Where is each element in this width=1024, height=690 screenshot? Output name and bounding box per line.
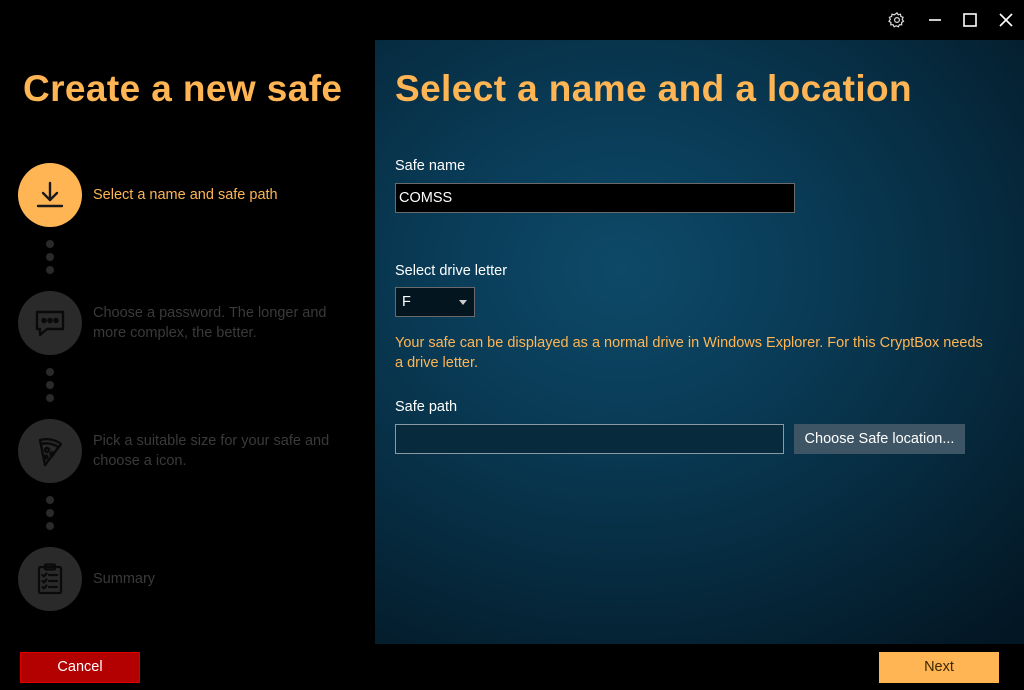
maximize-icon[interactable] xyxy=(955,6,985,34)
sidebar-title: Create a new safe xyxy=(23,68,343,109)
safe-path-label: Safe path xyxy=(395,399,458,415)
cancel-button[interactable]: Cancel xyxy=(20,652,140,683)
choose-safe-location-button[interactable]: Choose Safe location... xyxy=(794,424,965,454)
page-title: Select a name and a location xyxy=(395,68,913,109)
wizard-step-label: Pick a suitable size for your safe and c… xyxy=(93,433,330,469)
step-connector xyxy=(46,496,54,535)
gear-icon[interactable] xyxy=(882,6,912,34)
drive-letter-hint: Your safe can be displayed as a normal d… xyxy=(395,335,983,371)
chevron-down-icon xyxy=(459,300,467,305)
close-icon[interactable] xyxy=(991,6,1021,34)
wizard-sidebar: Create a new safe Select a name and safe… xyxy=(0,40,375,644)
footer-bar: Cancel Next xyxy=(0,644,1024,690)
pizza-icon xyxy=(18,419,82,483)
title-bar xyxy=(0,0,1024,40)
download-icon xyxy=(18,163,82,227)
wizard-step-label: Summary xyxy=(93,571,156,587)
chat-bubble-icon xyxy=(18,291,82,355)
wizard-step-summary: Summary xyxy=(18,547,368,611)
minimize-icon[interactable] xyxy=(920,6,950,34)
wizard-content: Select a name and a location Safe name C… xyxy=(375,40,1024,644)
clipboard-checklist-icon xyxy=(18,547,82,611)
safe-name-label: Safe name xyxy=(395,158,466,174)
wizard-step-label: Select a name and safe path xyxy=(93,187,278,203)
next-button[interactable]: Next xyxy=(879,652,999,683)
drive-letter-value: F xyxy=(402,294,411,310)
drive-letter-select[interactable]: F xyxy=(395,287,475,317)
wizard-step-password: Choose a password. The longer and more c… xyxy=(18,291,368,355)
step-connector xyxy=(46,240,54,279)
safe-name-input[interactable]: COMSS xyxy=(395,183,795,213)
wizard-step-name-path: Select a name and safe path xyxy=(18,163,368,227)
wizard-step-size: Pick a suitable size for your safe and c… xyxy=(18,419,368,483)
step-connector xyxy=(46,368,54,407)
safe-path-input[interactable] xyxy=(395,424,784,454)
wizard-step-label: Choose a password. The longer and more c… xyxy=(93,305,327,341)
drive-letter-label: Select drive letter xyxy=(395,263,508,279)
